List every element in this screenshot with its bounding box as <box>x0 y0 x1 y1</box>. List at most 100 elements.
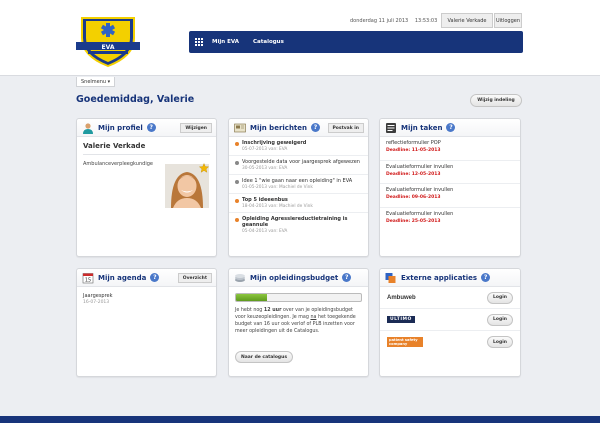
page-greeting: Goedemiddag, Valerie <box>76 94 195 105</box>
snelmenu-dropdown[interactable]: Snelmenu ▾ <box>76 77 116 87</box>
agenda-item-title: Jaargesprek <box>83 293 113 299</box>
budget-description: Je hebt nog 12 uur over van je opleiding… <box>235 308 356 334</box>
task-item[interactable]: Evaluatieformulier invullen Deadline: 25… <box>380 208 520 232</box>
profile-name: Valerie Verkade <box>83 142 146 150</box>
message-title: Idee 1 "wie gaan naar een opleiding" in … <box>242 178 353 184</box>
patient-safety-login-button[interactable]: Login <box>487 336 513 348</box>
message-item[interactable]: Top 5 ideeenbus 18-04-2013 van: Machiel … <box>229 194 368 213</box>
budget-progress-bar <box>235 293 362 302</box>
agenda-item[interactable]: Jaargesprek 16-07-2013 <box>77 287 216 305</box>
task-deadline: Deadline: 11-05-2013 <box>386 148 441 153</box>
card-title: Mijn taken <box>401 123 443 132</box>
message-title: Inschrijving geweigerd <box>242 140 307 146</box>
task-deadline: Deadline: 25-05-2013 <box>386 218 441 224</box>
svg-text:15: 15 <box>85 277 91 283</box>
applications-icon <box>385 272 396 283</box>
help-icon[interactable]: ? <box>146 123 156 132</box>
message-status-dot <box>235 142 239 146</box>
card-header: Mijn berichten ? Postvak in <box>229 119 368 137</box>
message-meta: 05-07-2013 van: EVA <box>242 147 288 152</box>
card-mijn-berichten: Mijn berichten ? Postvak in Inschrijving… <box>228 118 369 257</box>
message-title: Top 5 ideeenbus <box>242 197 288 203</box>
patient-safety-logo: patient safety company <box>387 337 423 347</box>
message-meta: 01-05-2013 van: Machiel de Vink <box>242 185 313 190</box>
card-title: Mijn profiel <box>98 123 143 132</box>
card-externe-applicaties: Externe applicaties ? Ambuweb Login ULTI… <box>379 268 521 377</box>
card-title: Mijn agenda <box>98 273 147 282</box>
message-status-dot <box>235 199 239 203</box>
calendar-icon: 15 <box>82 272 94 283</box>
message-item[interactable]: Idee 1 "wie gaan naar een opleiding" in … <box>229 175 368 194</box>
card-title: Mijn opleidingsbudget <box>250 273 339 282</box>
wijzig-indeling-button[interactable]: Wijzig indeling <box>470 94 522 107</box>
message-item[interactable]: Voorgestelde data voor jaargesprek afgew… <box>229 156 368 175</box>
message-meta: 30-05-2013 van: EVA <box>242 166 288 171</box>
message-meta: 05-04-2013 van: EVA <box>242 229 288 234</box>
current-date: donderdag 11 juli 2013 <box>350 18 409 24</box>
help-icon[interactable]: ? <box>481 273 491 282</box>
external-app-row: ULTIMO Login <box>380 309 520 331</box>
message-status-dot <box>235 180 239 184</box>
apps-grid-icon[interactable] <box>195 37 204 47</box>
header: EVA donderdag 11 juli 2013 13:53:03 Vale… <box>0 0 600 76</box>
task-deadline: Deadline: 12-05-2013 <box>386 171 441 177</box>
message-status-dot <box>235 218 239 222</box>
logo-text: EVA <box>101 44 115 51</box>
card-header: 15 Mijn agenda ? Overzicht <box>77 269 216 287</box>
card-mijn-opleidingsbudget: Mijn opleidingsbudget ? Je hebt nog 12 u… <box>228 268 369 377</box>
help-icon[interactable]: ? <box>342 273 352 282</box>
user-button[interactable]: Valerie Verkade <box>441 13 493 28</box>
help-icon[interactable]: ? <box>446 123 456 132</box>
ambuweb-logo: Ambuweb <box>387 294 416 301</box>
card-mijn-agenda: 15 Mijn agenda ? Overzicht Jaargesprek 1… <box>76 268 217 377</box>
nav-mijn-eva[interactable]: Mijn EVA <box>212 39 239 45</box>
tasks-icon <box>386 122 396 133</box>
external-app-row: patient safety company Login <box>380 331 520 353</box>
naar-de-catalogus-button[interactable]: Naar de catalogus <box>235 351 293 363</box>
main-nav: Mijn EVA Catalogus <box>189 31 523 53</box>
budget-icon <box>235 273 245 282</box>
message-title: Opleiding Agressiereductietraining is ge… <box>242 216 348 228</box>
nav-catalogus[interactable]: Catalogus <box>253 39 284 45</box>
message-title: Voorgestelde data voor jaargesprek afgew… <box>242 159 360 165</box>
task-item[interactable]: Evaluatieformulier invullen Deadline: 09… <box>380 184 520 208</box>
message-item[interactable]: Inschrijving geweigerd 05-07-2013 van: E… <box>229 137 368 156</box>
task-title: reflectieformulier POP <box>386 140 441 146</box>
help-icon[interactable]: ? <box>150 273 160 282</box>
star-icon[interactable] <box>199 163 209 173</box>
eva-logo[interactable] <box>74 12 142 68</box>
agenda-item-date: 16-07-2013 <box>83 300 110 305</box>
card-header: Mijn profiel ? Wijzigen <box>77 119 216 137</box>
task-deadline: Deadline: 09-06-2013 <box>386 195 441 200</box>
current-time: 13:53:03 <box>414 18 438 24</box>
card-title: Externe applicaties <box>401 273 478 282</box>
ultimo-login-button[interactable]: Login <box>487 313 513 326</box>
logout-button[interactable]: Uitloggen <box>494 13 522 28</box>
message-list: Inschrijving geweigerd 05-07-2013 van: E… <box>229 137 368 237</box>
footer-bar <box>0 416 600 423</box>
card-header: Externe applicaties ? <box>380 269 520 287</box>
help-icon[interactable]: ? <box>311 123 321 132</box>
card-mijn-taken: Mijn taken ? reflectieformulier POP Dead… <box>379 118 521 257</box>
ambuweb-login-button[interactable]: Login <box>487 291 513 304</box>
task-title: Evaluatieformulier invullen <box>386 163 454 170</box>
ultimo-logo: ULTIMO <box>387 316 415 323</box>
profile-icon <box>83 122 93 134</box>
postvak-in-button[interactable]: Postvak in <box>327 123 364 133</box>
card-header: Mijn opleidingsbudget ? <box>229 269 368 287</box>
external-app-row: Ambuweb Login <box>380 287 520 309</box>
wijzigen-button[interactable]: Wijzigen <box>180 123 212 133</box>
message-item[interactable]: Opleiding Agressiereductietraining is ge… <box>229 213 368 237</box>
datetime: donderdag 11 juli 2013 13:53:03 <box>350 18 442 24</box>
card-title: Mijn berichten <box>250 123 308 132</box>
budget-progress-fill <box>236 294 268 301</box>
task-item[interactable]: Evaluatieformulier invullen Deadline: 12… <box>380 161 520 184</box>
message-meta: 18-04-2013 van: Machiel de Vink <box>242 204 313 209</box>
card-header: Mijn taken ? <box>380 119 520 137</box>
task-item[interactable]: reflectieformulier POP Deadline: 11-05-2… <box>380 137 520 161</box>
card-mijn-profiel: Mijn profiel ? Wijzigen Valerie Verkade … <box>76 118 217 257</box>
task-title: Evaluatieformulier invullen <box>386 187 454 193</box>
message-status-dot <box>235 161 239 165</box>
overzicht-button[interactable]: Overzicht <box>177 273 212 283</box>
messages-icon <box>234 123 246 132</box>
